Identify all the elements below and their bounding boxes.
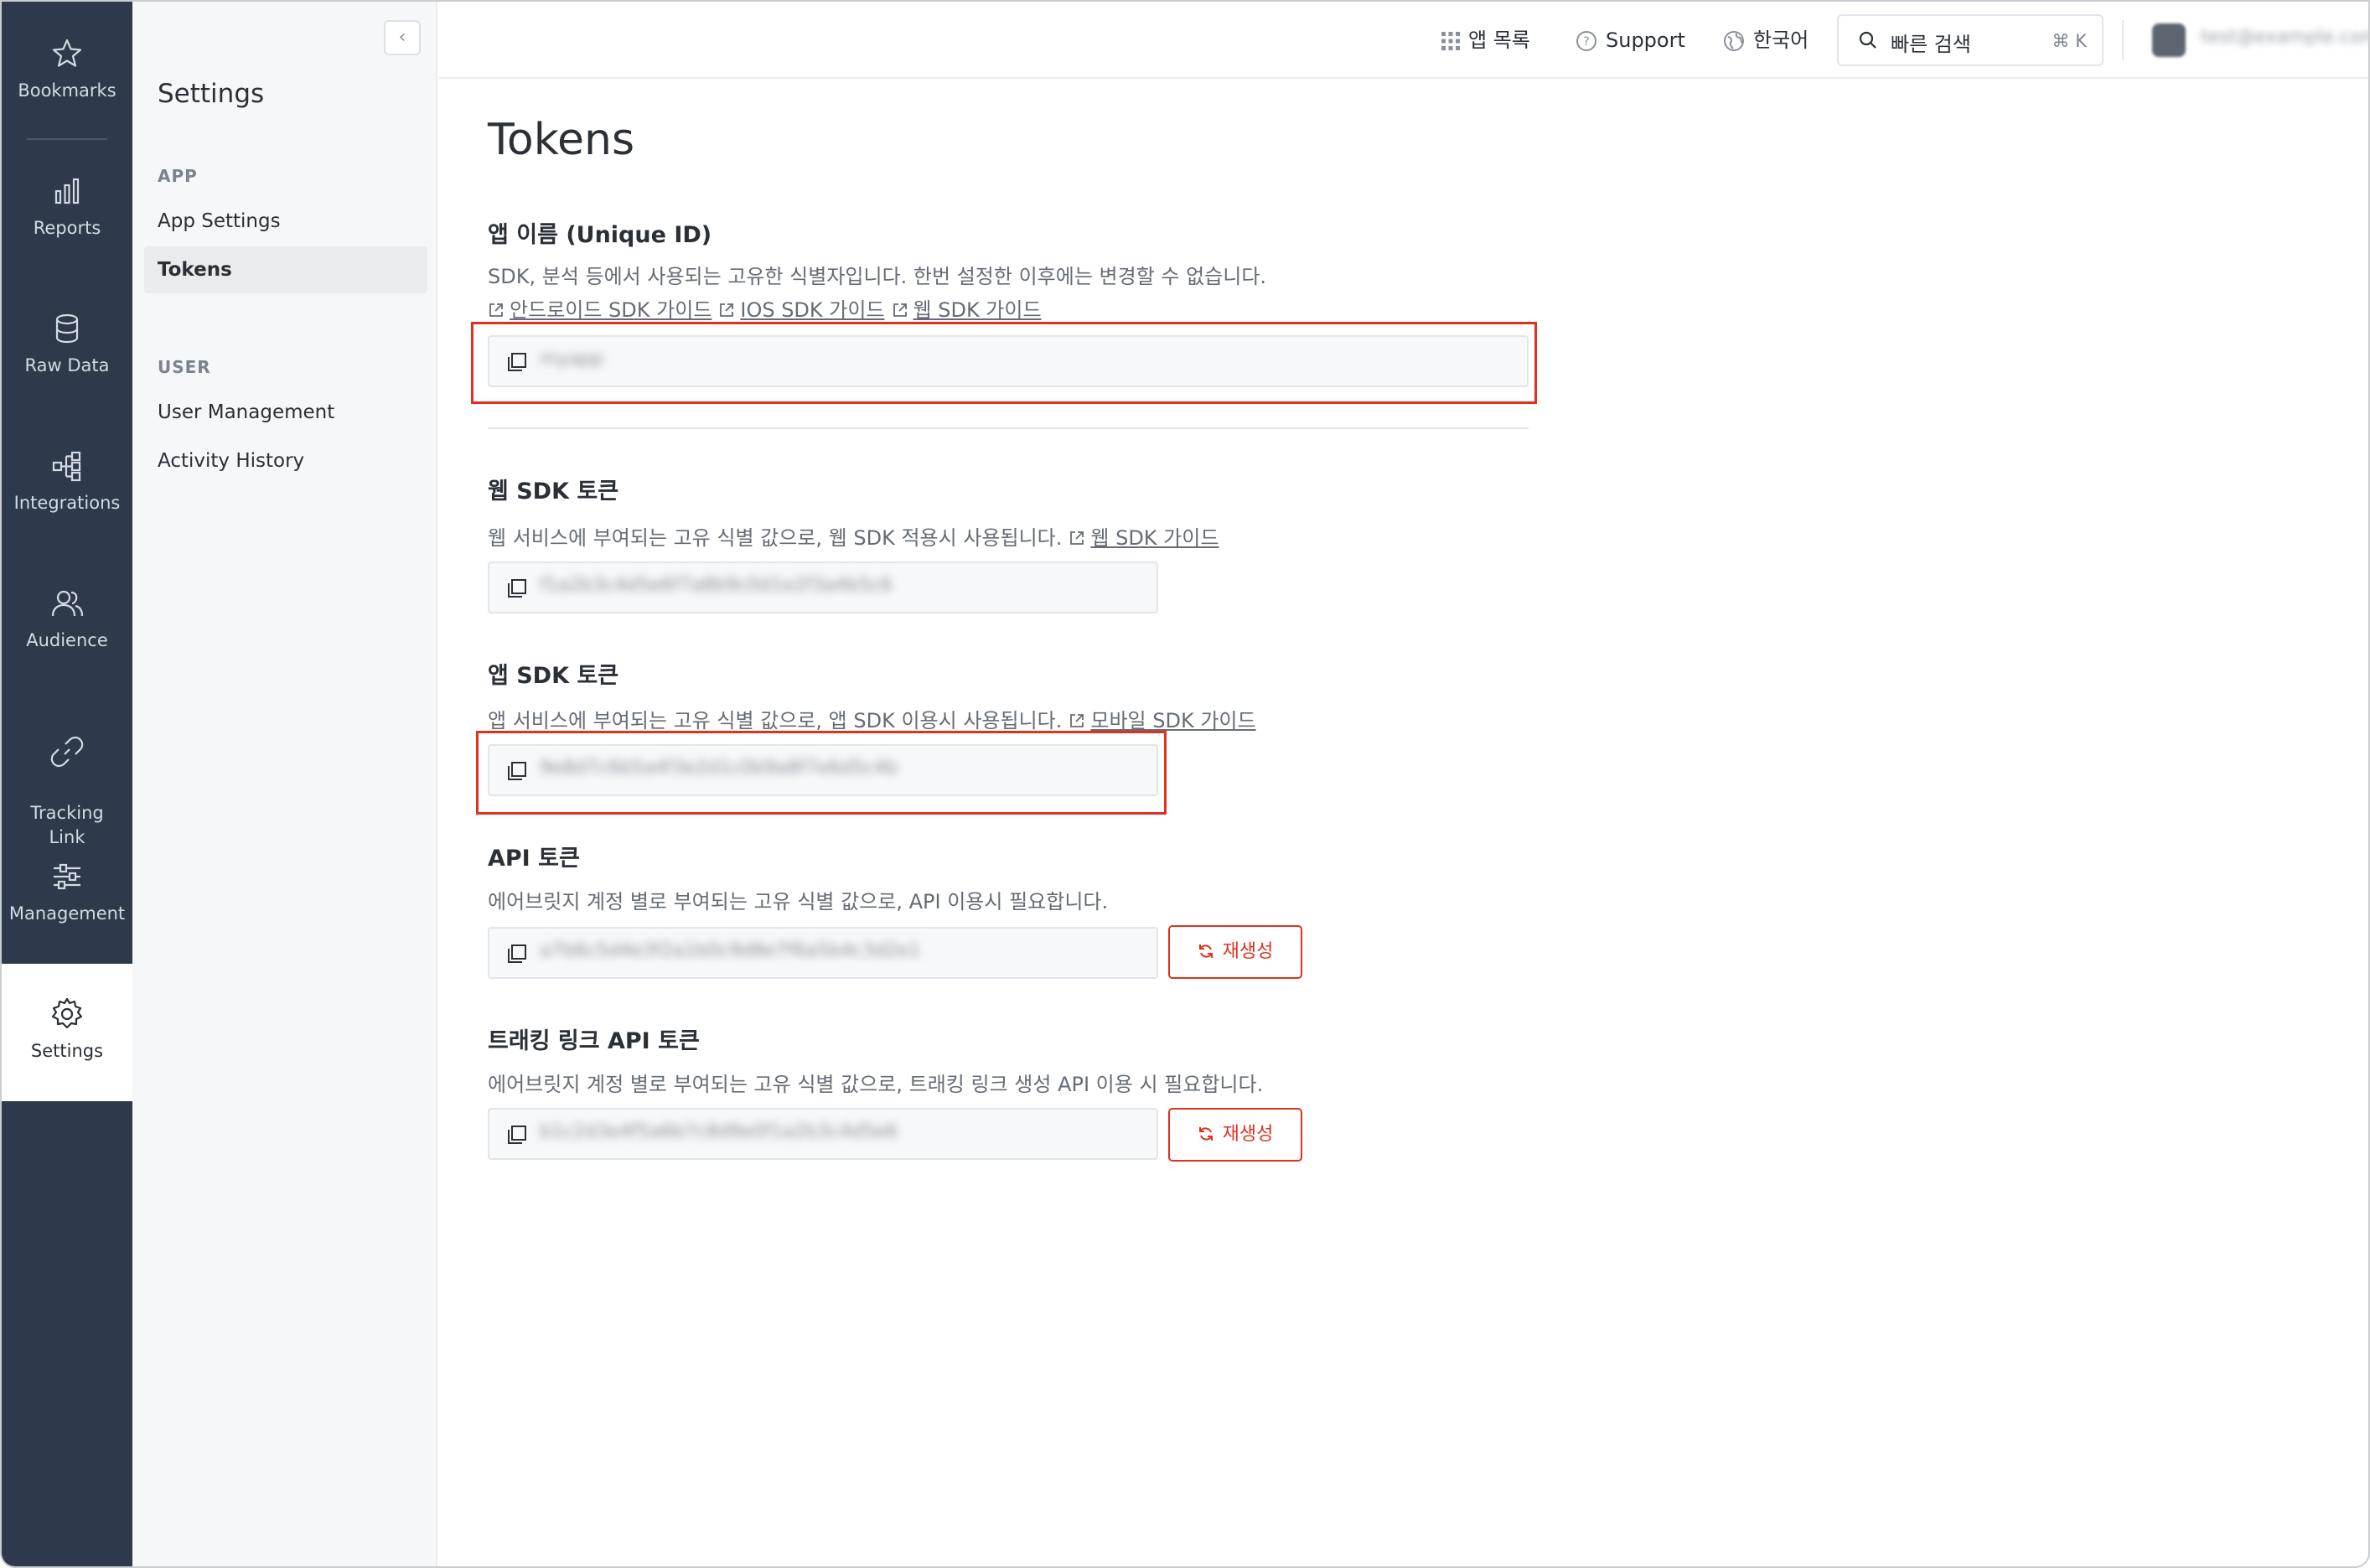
sidebar-item-app-settings[interactable]: App Settings xyxy=(158,206,281,236)
web-sdk-guide-link[interactable]: 웹 SDK 가이드 xyxy=(913,298,1042,322)
nav-label: Audience xyxy=(26,630,108,650)
search-shortcut: ⌘ K xyxy=(2052,31,2087,51)
nav-audience[interactable]: Audience xyxy=(2,585,132,653)
external-link-icon xyxy=(1070,531,1084,545)
users-icon xyxy=(51,590,84,617)
nav-label: Settings xyxy=(30,1041,104,1061)
refresh-icon xyxy=(1198,1127,1213,1141)
section-divider xyxy=(488,427,1529,429)
sidebar-item-tokens[interactable]: Tokens xyxy=(158,255,232,285)
ios-sdk-guide-link[interactable]: IOS SDK 가이드 xyxy=(740,298,884,322)
database-icon xyxy=(55,313,79,344)
web-sdk-token-desc: 웹 서비스에 부여되는 고유 식별 값으로, 웹 SDK 적용시 사용됩니다. 웹… xyxy=(488,521,1219,551)
api-token-title: API 토큰 xyxy=(488,846,580,872)
star-icon xyxy=(52,39,82,67)
nav-tracking-link[interactable]: Tracking Link xyxy=(2,709,132,850)
chevron-left-icon: ‹ xyxy=(398,27,406,48)
tracking-api-token-desc: 에어브릿지 계정 별로 부여되는 고유 식별 값으로, 트래킹 링크 생성 AP… xyxy=(488,1073,1264,1096)
app-list-button[interactable]: 앱 목록 xyxy=(1441,27,1530,54)
web-sdk-token-field[interactable]: f1a2b3c4d5e6f7a8b9c0d1e2f3a4b5c6 xyxy=(488,561,1158,613)
support-label: Support xyxy=(1606,28,1685,52)
tracking-api-token-title: 트래킹 링크 API 토큰 xyxy=(488,1028,700,1054)
regenerate-label: 재생성 xyxy=(1222,941,1274,962)
grid-icon xyxy=(1441,32,1460,50)
nav-management[interactable]: Management xyxy=(2,858,132,926)
external-link-icon xyxy=(1070,714,1084,727)
sidebar-title: Settings xyxy=(158,79,265,109)
refresh-icon xyxy=(1198,944,1213,958)
highlight-box xyxy=(476,731,1167,815)
api-token-value: a7b6c5d4e3f2a1b0c9d8e7f6a5b4c3d2e1 xyxy=(540,940,921,961)
support-link[interactable]: ? Support xyxy=(1576,27,1685,54)
nav-raw-data[interactable]: Raw Data xyxy=(2,310,132,378)
nav-label: Raw Data xyxy=(24,355,110,375)
highlight-box xyxy=(471,322,1537,404)
integrations-icon xyxy=(52,451,81,482)
sidebar-item-activity-history[interactable]: Activity History xyxy=(158,446,304,476)
api-token-desc: 에어브릿지 계정 별로 부여되는 고유 식별 값으로, API 이용시 필요합니… xyxy=(488,890,1109,913)
nav-reports[interactable]: Reports xyxy=(2,173,132,241)
sidebar-group-app: APP xyxy=(158,166,198,186)
copy-icon[interactable] xyxy=(506,1124,528,1146)
user-email[interactable]: test@example.com xyxy=(2201,27,2368,48)
external-link-icon xyxy=(893,303,907,317)
svg-text:?: ? xyxy=(1583,35,1589,49)
sidebar-item-user-management[interactable]: User Management xyxy=(158,397,334,427)
external-link-icon xyxy=(489,303,503,317)
nav-divider xyxy=(27,138,107,140)
app-window: Bookmarks Reports Raw Data Integrations … xyxy=(0,0,2370,1568)
page-title: Tokens xyxy=(488,115,635,165)
tracking-api-token-value: b1c2d3e4f5a6b7c8d9e0f1a2b3c4d5e6 xyxy=(540,1121,898,1142)
web-sdk-token-value: f1a2b3c4d5e6f7a8b9c0d1e2f3a4b5c6 xyxy=(540,575,893,596)
app-sdk-token-desc: 앱 서비스에 부여되는 고유 식별 값으로, 앱 SDK 이용시 사용됩니다. 모… xyxy=(488,704,1256,733)
copy-icon[interactable] xyxy=(506,577,528,599)
nav-bookmarks[interactable]: Bookmarks xyxy=(2,35,132,103)
globe-icon xyxy=(1724,31,1744,51)
external-link-icon xyxy=(720,303,734,317)
language-label: 한국어 xyxy=(1753,28,1809,52)
nav-settings[interactable]: Settings xyxy=(2,964,132,1101)
nav-integrations[interactable]: Integrations xyxy=(2,448,132,515)
regenerate-label: 재생성 xyxy=(1222,1124,1274,1145)
sidebar-group-user: USER xyxy=(158,357,211,377)
copy-icon[interactable] xyxy=(506,943,528,965)
quick-search-input[interactable]: 빠른 검색 ⌘ K xyxy=(1837,14,2104,66)
link-icon xyxy=(50,736,84,768)
app-name-title: 앱 이름 (Unique ID) xyxy=(488,222,712,248)
app-sdk-token-title: 앱 SDK 토큰 xyxy=(488,663,619,689)
nav-label: Reports xyxy=(33,218,101,238)
avatar[interactable] xyxy=(2152,23,2186,57)
android-sdk-guide-link[interactable]: 안드로이드 SDK 가이드 xyxy=(510,298,712,322)
header-divider xyxy=(2122,20,2124,60)
nav-label: Integrations xyxy=(13,493,121,513)
regenerate-tracking-token-button[interactable]: 재생성 xyxy=(1168,1108,1302,1162)
mobile-sdk-guide-link[interactable]: 모바일 SDK 가이드 xyxy=(1090,709,1255,732)
app-list-label: 앱 목록 xyxy=(1468,28,1530,52)
search-icon xyxy=(1859,31,1876,49)
bar-chart-icon xyxy=(54,178,80,204)
main-nav: Bookmarks Reports Raw Data Integrations … xyxy=(2,2,132,1566)
language-selector[interactable]: 한국어 xyxy=(1723,27,1809,54)
settings-sidebar xyxy=(132,2,437,1566)
nav-label: Management xyxy=(8,903,126,924)
web-sdk-guide-link[interactable]: 웹 SDK 가이드 xyxy=(1090,526,1219,550)
nav-label: Tracking Link xyxy=(30,803,104,847)
sliders-icon xyxy=(54,863,80,890)
help-icon: ? xyxy=(1576,31,1596,51)
app-name-desc: SDK, 분석 등에서 사용되는 고유한 식별자입니다. 한번 설정한 이후에는… xyxy=(488,265,1267,288)
app-sdk-desc-text: 앱 서비스에 부여되는 고유 식별 값으로, 앱 SDK 이용시 사용됩니다. xyxy=(488,709,1063,732)
search-placeholder: 빠른 검색 xyxy=(1891,33,1971,56)
web-sdk-token-title: 웹 SDK 토큰 xyxy=(488,479,619,505)
tracking-api-token-field[interactable]: b1c2d3e4f5a6b7c8d9e0f1a2b3c4d5e6 xyxy=(488,1108,1158,1160)
gear-icon xyxy=(51,997,83,1029)
web-sdk-desc-text: 웹 서비스에 부여되는 고유 식별 값으로, 웹 SDK 적용시 사용됩니다. xyxy=(488,526,1063,550)
api-token-field[interactable]: a7b6c5d4e3f2a1b0c9d8e7f6a5b4c3d2e1 xyxy=(488,927,1158,979)
nav-label: Bookmarks xyxy=(18,80,116,101)
collapse-sidebar-button[interactable]: ‹ xyxy=(384,20,421,55)
regenerate-api-token-button[interactable]: 재생성 xyxy=(1168,925,1302,979)
sdk-guide-links: 안드로이드 SDK 가이드 IOS SDK 가이드 웹 SDK 가이드 xyxy=(488,293,1042,323)
